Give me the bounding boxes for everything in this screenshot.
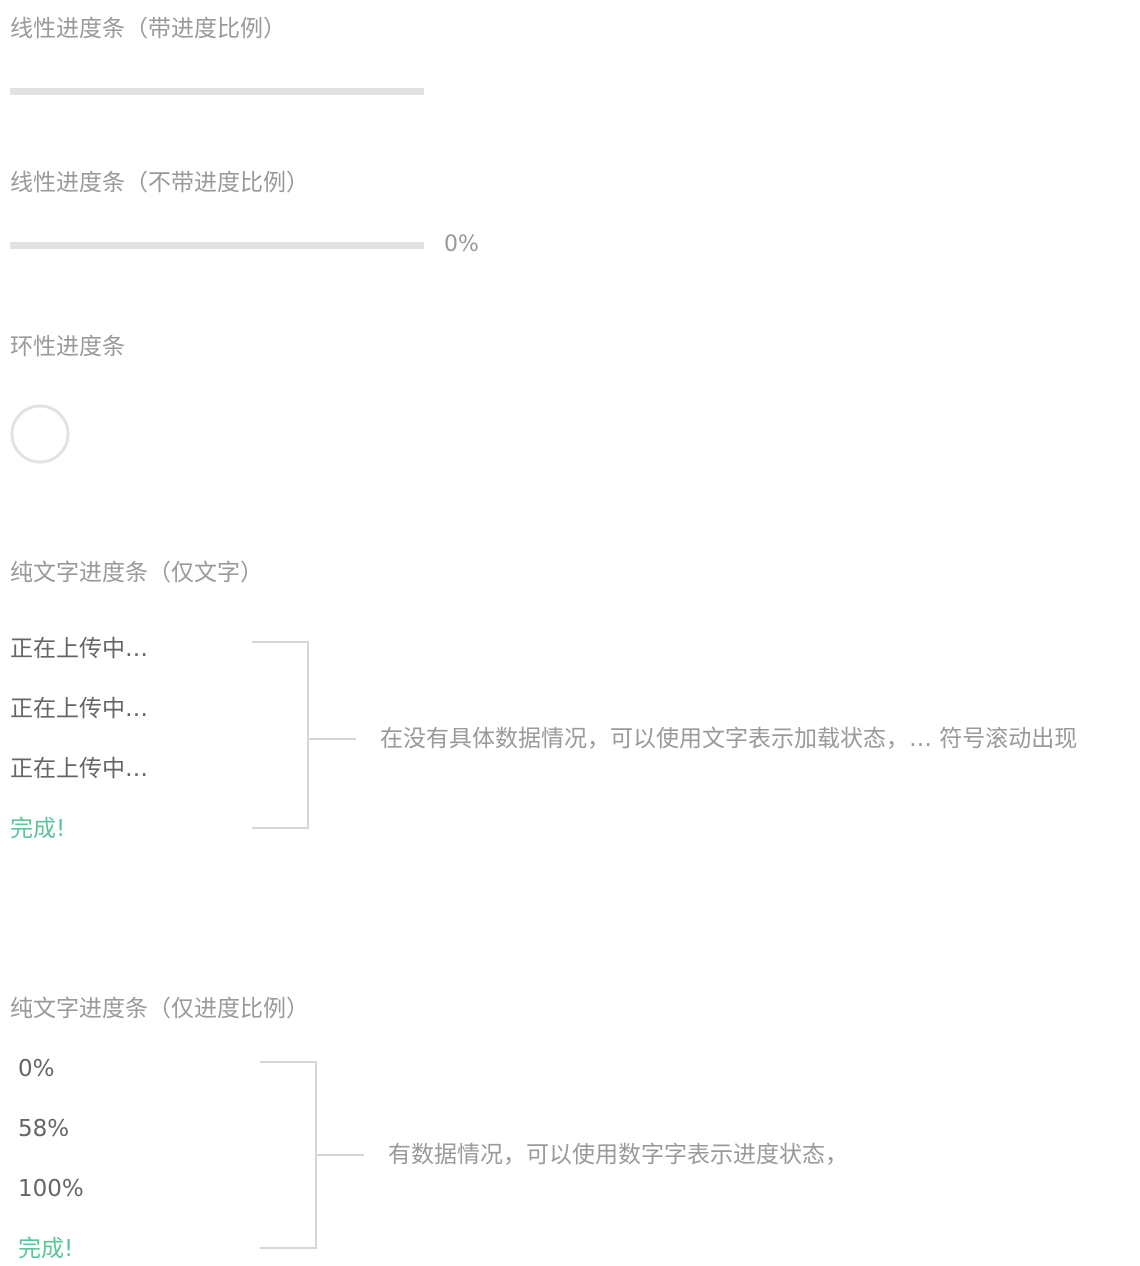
section-title-linear-with-ratio: 线性进度条（带进度比例） bbox=[10, 16, 286, 42]
linear-progress-bar bbox=[10, 88, 424, 95]
annotation-bracket bbox=[252, 641, 309, 829]
uploading-text-3: 正在上传中… bbox=[10, 756, 148, 782]
section-title-circular: 环性进度条 bbox=[10, 334, 125, 360]
uploading-text-2: 正在上传中… bbox=[10, 696, 148, 722]
section-title-text-only: 纯文字进度条（仅文字） bbox=[10, 560, 263, 586]
circular-progress bbox=[10, 404, 70, 464]
annotation-note-ratio-only: 有数据情况，可以使用数字字表示进度状态， bbox=[388, 1142, 848, 1168]
annotation-connector bbox=[317, 1154, 364, 1156]
done-text: 完成! bbox=[18, 1236, 74, 1262]
section-title-linear-no-ratio: 线性进度条（不带进度比例） bbox=[10, 170, 309, 196]
annotation-connector bbox=[309, 738, 356, 740]
progress-value-2: 58% bbox=[18, 1116, 70, 1142]
progress-percent-label: 0% bbox=[444, 232, 479, 257]
uploading-text-1: 正在上传中… bbox=[10, 636, 148, 662]
section-title-ratio-only: 纯文字进度条（仅进度比例） bbox=[10, 996, 309, 1022]
annotation-note-text-only: 在没有具体数据情况，可以使用文字表示加载状态，… 符号滚动出现 bbox=[380, 726, 1078, 752]
annotation-bracket bbox=[260, 1061, 317, 1249]
circular-progress-track bbox=[10, 404, 70, 464]
done-text: 完成! bbox=[10, 816, 66, 842]
linear-progress-bar-with-label bbox=[10, 242, 424, 249]
progress-value-3: 100% bbox=[18, 1176, 84, 1202]
progress-value-1: 0% bbox=[18, 1056, 55, 1082]
